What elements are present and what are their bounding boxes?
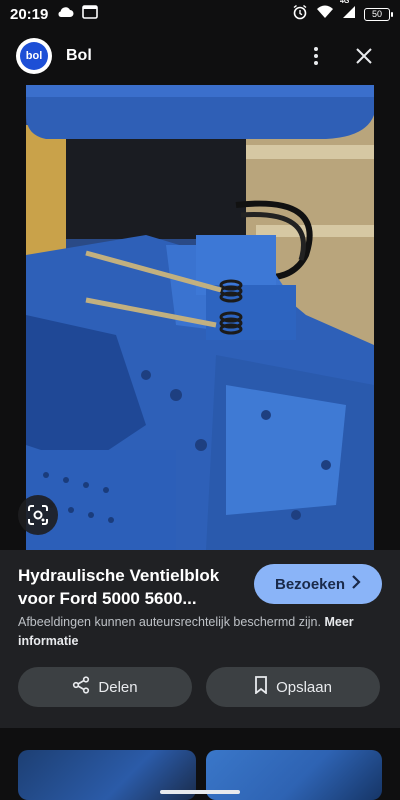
save-button-label: Opslaan — [276, 678, 332, 696]
status-bar: 20:19 4G 50 — [0, 0, 400, 28]
bookmark-icon — [254, 676, 268, 698]
source-header: bol Bol — [0, 30, 400, 82]
gesture-nav-bar[interactable] — [160, 790, 240, 794]
share-button-label: Delen — [98, 678, 138, 696]
share-icon — [72, 676, 90, 698]
wifi-icon — [316, 5, 334, 24]
close-icon[interactable] — [344, 36, 384, 76]
chevron-right-icon — [351, 575, 361, 593]
save-button[interactable]: Opslaan — [206, 667, 380, 707]
copyright-notice-text: Afbeeldingen kunnen auteursrechtelijk be… — [18, 615, 321, 629]
vertical-dots-icon[interactable] — [296, 36, 336, 76]
status-left: 20:19 — [10, 4, 99, 24]
site-logo[interactable]: bol — [16, 38, 52, 74]
google-lens-icon[interactable] — [18, 495, 58, 535]
status-right: 4G 50 — [292, 0, 393, 25]
signal-icon: 4G — [340, 0, 356, 24]
cloud-icon — [56, 5, 74, 23]
copyright-notice: Afbeeldingen kunnen auteursrechtelijk be… — [18, 613, 383, 651]
site-logo-text: bol — [20, 42, 48, 70]
result-title[interactable]: Hydraulische Ventielblok voor Ford 5000 … — [18, 564, 243, 610]
result-info-panel: Hydraulische Ventielblok voor Ford 5000 … — [0, 550, 400, 728]
status-time: 20:19 — [10, 5, 49, 23]
result-image[interactable] — [26, 85, 374, 550]
screen-icon — [82, 4, 99, 24]
network-type: 4G — [340, 0, 350, 5]
visit-button-label: Bezoeken — [274, 575, 346, 593]
site-name[interactable]: Bol — [66, 47, 296, 65]
result-title-line-1: Hydraulische Ventielblok — [18, 566, 220, 585]
battery-icon: 50 — [364, 7, 393, 21]
visit-button[interactable]: Bezoeken — [254, 564, 382, 604]
alarm-icon — [292, 4, 308, 25]
share-button[interactable]: Delen — [18, 667, 192, 707]
result-title-line-2: voor Ford 5000 5600... — [18, 589, 197, 608]
battery-level: 50 — [371, 9, 382, 19]
image-viewer — [0, 85, 400, 550]
